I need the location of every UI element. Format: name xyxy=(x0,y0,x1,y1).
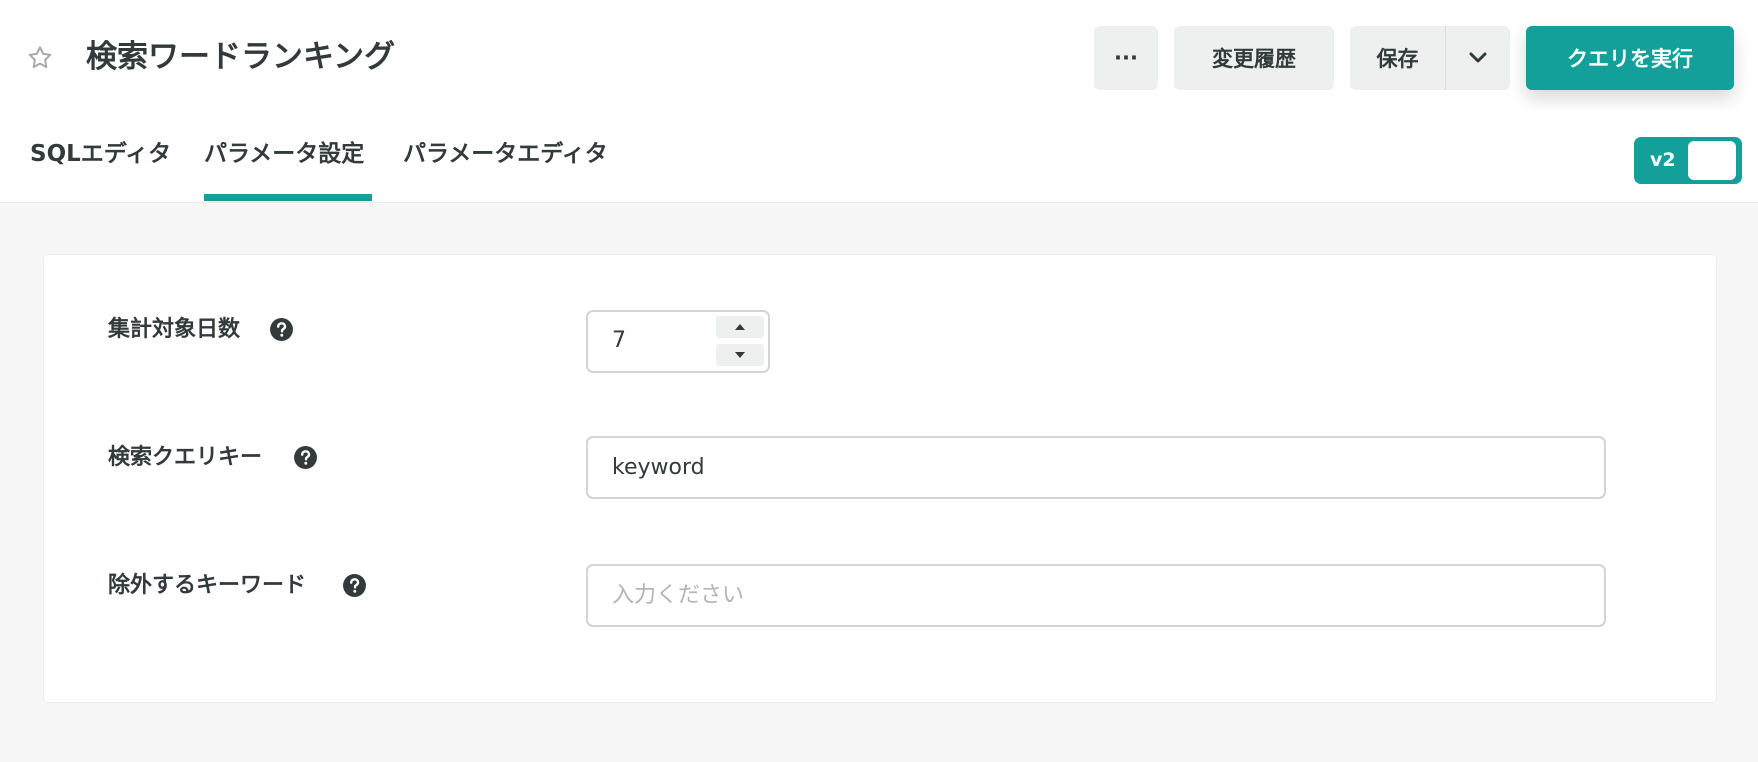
field-label-excluded-keywords: 除外するキーワード xyxy=(108,573,307,598)
tab-parameter-editor[interactable]: パラメータエディタ xyxy=(403,138,608,170)
caret-up-icon xyxy=(735,324,745,330)
query-key-input[interactable] xyxy=(586,436,1606,499)
question-circle-icon[interactable] xyxy=(293,445,318,470)
toggle-knob xyxy=(1688,141,1736,180)
tab-parameter-settings[interactable]: パラメータ設定 xyxy=(204,138,364,170)
question-circle-icon[interactable] xyxy=(269,317,294,342)
caret-down-icon xyxy=(735,352,745,358)
days-value[interactable]: 7 xyxy=(612,326,626,356)
more-button[interactable]: ··· xyxy=(1094,26,1158,90)
decrement-button[interactable] xyxy=(716,344,764,366)
toggle-label: v2 xyxy=(1650,149,1676,171)
chevron-down-icon xyxy=(1469,52,1487,63)
save-button-group: 保存 xyxy=(1350,26,1510,90)
history-button[interactable]: 変更履歴 xyxy=(1174,26,1334,90)
version-toggle[interactable]: v2 xyxy=(1634,137,1742,184)
save-dropdown-button[interactable] xyxy=(1446,26,1510,90)
excluded-keywords-input[interactable] xyxy=(586,564,1606,627)
question-circle-icon[interactable] xyxy=(342,573,367,598)
active-tab-indicator xyxy=(204,194,372,201)
tab-sql-editor[interactable]: SQLエディタ xyxy=(30,138,171,170)
star-icon[interactable] xyxy=(26,44,54,72)
page-title: 検索ワードランキング xyxy=(86,39,396,75)
run-query-button[interactable]: クエリを実行 xyxy=(1526,26,1734,90)
increment-button[interactable] xyxy=(716,316,764,338)
field-label-query-key: 検索クエリキー xyxy=(108,445,263,470)
days-number-input[interactable]: 7 xyxy=(586,310,770,373)
field-label-days: 集計対象日数 xyxy=(108,317,241,342)
top-bar: 検索ワードランキング ··· 変更履歴 保存 クエリを実行 SQLエディタ パラ… xyxy=(0,0,1758,203)
save-button[interactable]: 保存 xyxy=(1350,26,1446,90)
